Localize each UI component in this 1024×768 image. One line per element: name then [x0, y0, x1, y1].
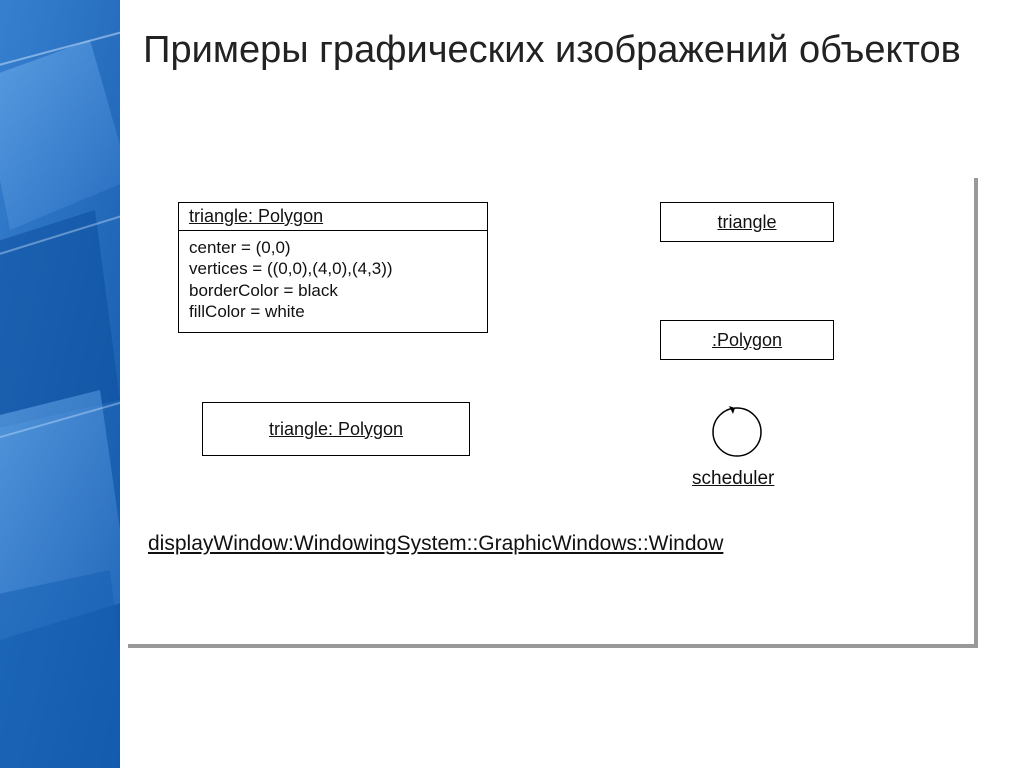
slide-title: Примеры графических изображений объектов [120, 28, 984, 74]
uml-object-title: triangle [717, 212, 776, 233]
uml-object-attributes: center = (0,0) vertices = ((0,0),(4,0),(… [179, 230, 487, 332]
uml-object-title: :Polygon [712, 330, 782, 351]
uml-object-triangle: triangle [660, 202, 834, 242]
content-frame: triangle: Polygon center = (0,0) vertice… [120, 170, 970, 640]
uml-object-anonymous-polygon: :Polygon [660, 320, 834, 360]
uml-object-triangle-polygon-full: triangle: Polygon center = (0,0) vertice… [178, 202, 488, 333]
uml-object-triangle-polygon-short: triangle: Polygon [202, 402, 470, 456]
uml-active-object-label: scheduler [692, 468, 774, 490]
uml-object-title: triangle: Polygon [179, 203, 487, 230]
uml-object-qualified-name: displayWindow:WindowingSystem::GraphicWi… [148, 532, 723, 556]
slide: Примеры графических изображений объектов… [0, 0, 1024, 768]
uml-object-title: triangle: Polygon [269, 419, 403, 440]
active-object-icon [702, 402, 772, 462]
